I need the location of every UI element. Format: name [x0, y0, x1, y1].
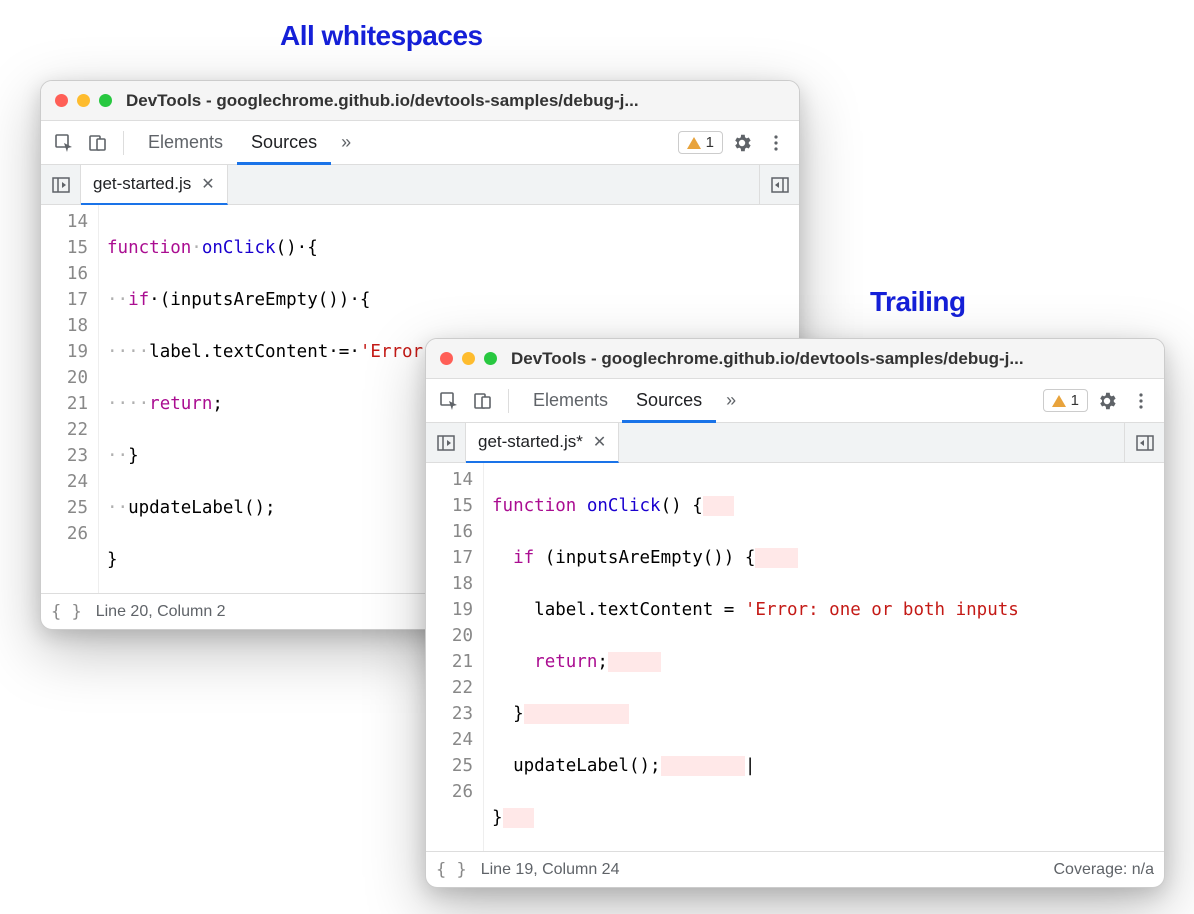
- close-tab-icon[interactable]: ✕: [593, 432, 606, 452]
- settings-icon[interactable]: [727, 128, 757, 158]
- close-window-button[interactable]: [440, 352, 453, 365]
- traffic-lights: [55, 94, 112, 107]
- panel-tabs: Elements Sources »: [519, 379, 746, 422]
- debugger-toggle-icon[interactable]: [1124, 423, 1164, 462]
- issues-badge[interactable]: 1: [678, 131, 723, 154]
- tab-sources[interactable]: Sources: [237, 122, 331, 165]
- kebab-menu-icon[interactable]: [761, 128, 791, 158]
- kebab-menu-icon[interactable]: [1126, 386, 1156, 416]
- window-title: DevTools - googlechrome.github.io/devtoo…: [126, 91, 785, 111]
- traffic-lights: [440, 352, 497, 365]
- window-title: DevTools - googlechrome.github.io/devtoo…: [511, 349, 1150, 369]
- warning-icon: [687, 137, 701, 149]
- caption-all-whitespaces: All whitespaces: [280, 20, 483, 52]
- minimize-window-button[interactable]: [77, 94, 90, 107]
- file-tabs-bar: get-started.js* ✕: [426, 423, 1164, 463]
- file-tab-label: get-started.js*: [478, 432, 583, 452]
- file-tab[interactable]: get-started.js ✕: [81, 165, 228, 205]
- titlebar: DevTools - googlechrome.github.io/devtoo…: [426, 339, 1164, 379]
- minimize-window-button[interactable]: [462, 352, 475, 365]
- inspect-element-icon[interactable]: [434, 386, 464, 416]
- close-window-button[interactable]: [55, 94, 68, 107]
- issues-badge[interactable]: 1: [1043, 389, 1088, 412]
- more-tabs-button[interactable]: »: [716, 390, 746, 411]
- device-toolbar-icon[interactable]: [83, 128, 113, 158]
- close-tab-icon[interactable]: ✕: [201, 174, 214, 194]
- zoom-window-button[interactable]: [484, 352, 497, 365]
- inspect-element-icon[interactable]: [49, 128, 79, 158]
- toolbar-divider: [508, 389, 509, 413]
- code-editor[interactable]: 14151617181920212223242526 function onCl…: [426, 463, 1164, 851]
- warning-icon: [1052, 395, 1066, 407]
- caption-trailing: Trailing: [870, 286, 966, 318]
- more-tabs-button[interactable]: »: [331, 132, 361, 153]
- cursor-position: Line 19, Column 24: [481, 861, 620, 879]
- tab-elements[interactable]: Elements: [519, 380, 622, 423]
- line-gutter: 14151617181920212223242526: [426, 463, 484, 851]
- pretty-print-icon[interactable]: { }: [436, 860, 467, 880]
- line-gutter: 14151617181920212223242526: [41, 205, 99, 593]
- navigator-toggle-icon[interactable]: [426, 423, 466, 462]
- status-bar: { } Line 19, Column 24 Coverage: n/a: [426, 851, 1164, 887]
- code-content[interactable]: function onClick() { if (inputsAreEmpty(…: [484, 463, 1019, 851]
- toolbar-divider: [123, 131, 124, 155]
- file-tabs-bar: get-started.js ✕: [41, 165, 799, 205]
- warning-count: 1: [1071, 392, 1079, 409]
- device-toolbar-icon[interactable]: [468, 386, 498, 416]
- zoom-window-button[interactable]: [99, 94, 112, 107]
- debugger-toggle-icon[interactable]: [759, 165, 799, 204]
- panel-tabs: Elements Sources »: [134, 121, 361, 164]
- main-toolbar: Elements Sources » 1: [426, 379, 1164, 423]
- tab-sources[interactable]: Sources: [622, 380, 716, 423]
- coverage-status: Coverage: n/a: [1053, 861, 1154, 879]
- cursor-position: Line 20, Column 2: [96, 603, 226, 621]
- settings-icon[interactable]: [1092, 386, 1122, 416]
- navigator-toggle-icon[interactable]: [41, 165, 81, 204]
- warning-count: 1: [706, 134, 714, 151]
- main-toolbar: Elements Sources » 1: [41, 121, 799, 165]
- pretty-print-icon[interactable]: { }: [51, 602, 82, 622]
- titlebar: DevTools - googlechrome.github.io/devtoo…: [41, 81, 799, 121]
- tab-elements[interactable]: Elements: [134, 122, 237, 165]
- devtools-window-2: DevTools - googlechrome.github.io/devtoo…: [425, 338, 1165, 888]
- file-tab-label: get-started.js: [93, 174, 191, 194]
- file-tab[interactable]: get-started.js* ✕: [466, 423, 619, 463]
